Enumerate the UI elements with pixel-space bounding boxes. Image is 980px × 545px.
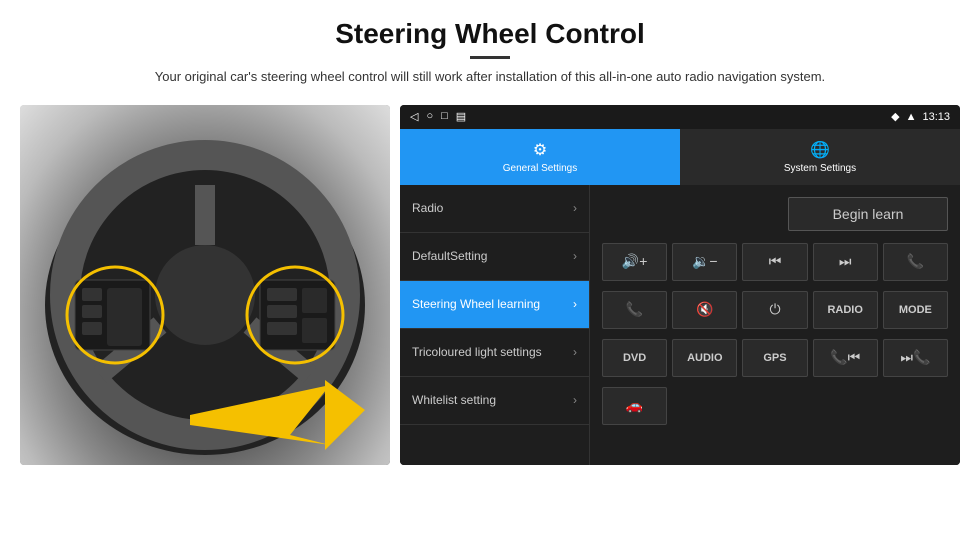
- globe-icon: 🌐: [810, 140, 830, 160]
- header-divider: [470, 56, 510, 59]
- tabs-bar: ⚙ General Settings 🌐 System Settings: [400, 129, 960, 185]
- radio-button[interactable]: RADIO: [813, 291, 878, 329]
- status-icons: ◁ ○ □ ▤: [410, 110, 466, 123]
- begin-learn-row: Begin learn: [598, 193, 952, 235]
- back-icon: ◁: [410, 110, 418, 123]
- menu-item-tricoloured[interactable]: Tricoloured light settings ›: [400, 329, 589, 377]
- gps-button[interactable]: GPS: [742, 339, 807, 377]
- menu-item-radio[interactable]: Radio ›: [400, 185, 589, 233]
- page-header: Steering Wheel Control Your original car…: [0, 0, 980, 97]
- phone-icon: 📞: [907, 253, 924, 270]
- gear-icon: ⚙: [533, 140, 547, 160]
- call-button[interactable]: 📞: [883, 243, 948, 281]
- begin-learn-button[interactable]: Begin learn: [788, 197, 948, 231]
- chevron-icon: ›: [573, 201, 577, 215]
- mode-button[interactable]: MODE: [883, 291, 948, 329]
- tab-general-settings[interactable]: ⚙ General Settings: [400, 129, 680, 185]
- menu-item-default-setting[interactable]: DefaultSetting ›: [400, 233, 589, 281]
- mute-button[interactable]: 🔇: [672, 291, 737, 329]
- chevron-icon: ›: [573, 249, 577, 263]
- prev-icon: ⏮: [769, 253, 782, 270]
- status-bar: ◁ ○ □ ▤ ◆ ▲ 13:13: [400, 105, 960, 129]
- phone-next-icon: ⏭📞: [900, 349, 930, 366]
- menu-item-whitelist[interactable]: Whitelist setting ›: [400, 377, 589, 425]
- content-area: Begin learn 🔊+ 🔉− ⏮ ⏭: [590, 185, 960, 465]
- main-content: ◁ ○ □ ▤ ◆ ▲ 13:13 ⚙ General Settings 🌐 S…: [0, 97, 980, 465]
- page-title: Steering Wheel Control: [40, 18, 940, 50]
- power-button[interactable]: ⏻: [742, 291, 807, 329]
- vol-up-button[interactable]: 🔊+: [602, 243, 667, 281]
- menu-icon: ▤: [456, 110, 466, 123]
- tab-system-settings[interactable]: 🌐 System Settings: [680, 129, 960, 185]
- hangup-icon: 📞: [626, 301, 643, 318]
- control-grid-bottom: 🚗: [598, 385, 952, 427]
- location-icon: ◆: [891, 110, 899, 123]
- vol-down-icon: 🔉−: [692, 253, 718, 270]
- steering-wheel-image: [20, 105, 390, 465]
- control-grid-row3: DVD AUDIO GPS 📞⏮ ⏭📞: [598, 337, 952, 379]
- audio-button[interactable]: AUDIO: [672, 339, 737, 377]
- recents-icon: □: [441, 110, 448, 123]
- phone-next-button[interactable]: ⏭📞: [883, 339, 948, 377]
- vol-up-icon: 🔊+: [622, 253, 648, 270]
- chevron-icon: ›: [573, 297, 577, 311]
- wifi-icon: ▲: [906, 111, 917, 123]
- vol-down-button[interactable]: 🔉−: [672, 243, 737, 281]
- car-icon: 🚗: [626, 397, 643, 414]
- prev-track-button[interactable]: ⏮: [742, 243, 807, 281]
- menu-item-steering-wheel[interactable]: Steering Wheel learning ›: [400, 281, 589, 329]
- power-icon: ⏻: [769, 301, 780, 318]
- mute-icon: 🔇: [696, 301, 713, 318]
- android-panel: ◁ ○ □ ▤ ◆ ▲ 13:13 ⚙ General Settings 🌐 S…: [400, 105, 960, 465]
- dvd-button[interactable]: DVD: [602, 339, 667, 377]
- chevron-icon: ›: [573, 393, 577, 407]
- control-grid-row1: 🔊+ 🔉− ⏮ ⏭ 📞: [598, 241, 952, 283]
- control-grid-row2: 📞 🔇 ⏻ RADIO MODE: [598, 289, 952, 331]
- menu-items-list: Radio › DefaultSetting › Steering Wheel …: [400, 185, 590, 465]
- car-icon-button[interactable]: 🚗: [602, 387, 667, 425]
- home-icon: ○: [426, 110, 433, 123]
- chevron-icon: ›: [573, 345, 577, 359]
- phone-prev-button[interactable]: 📞⏮: [813, 339, 878, 377]
- status-time: 13:13: [922, 111, 950, 123]
- status-right: ◆ ▲ 13:13: [891, 110, 950, 123]
- hangup-button[interactable]: 📞: [602, 291, 667, 329]
- settings-content: Radio › DefaultSetting › Steering Wheel …: [400, 185, 960, 465]
- phone-prev-icon: 📞⏮: [830, 349, 860, 366]
- next-track-button[interactable]: ⏭: [813, 243, 878, 281]
- next-icon: ⏭: [839, 253, 852, 270]
- header-description: Your original car's steering wheel contr…: [140, 67, 840, 87]
